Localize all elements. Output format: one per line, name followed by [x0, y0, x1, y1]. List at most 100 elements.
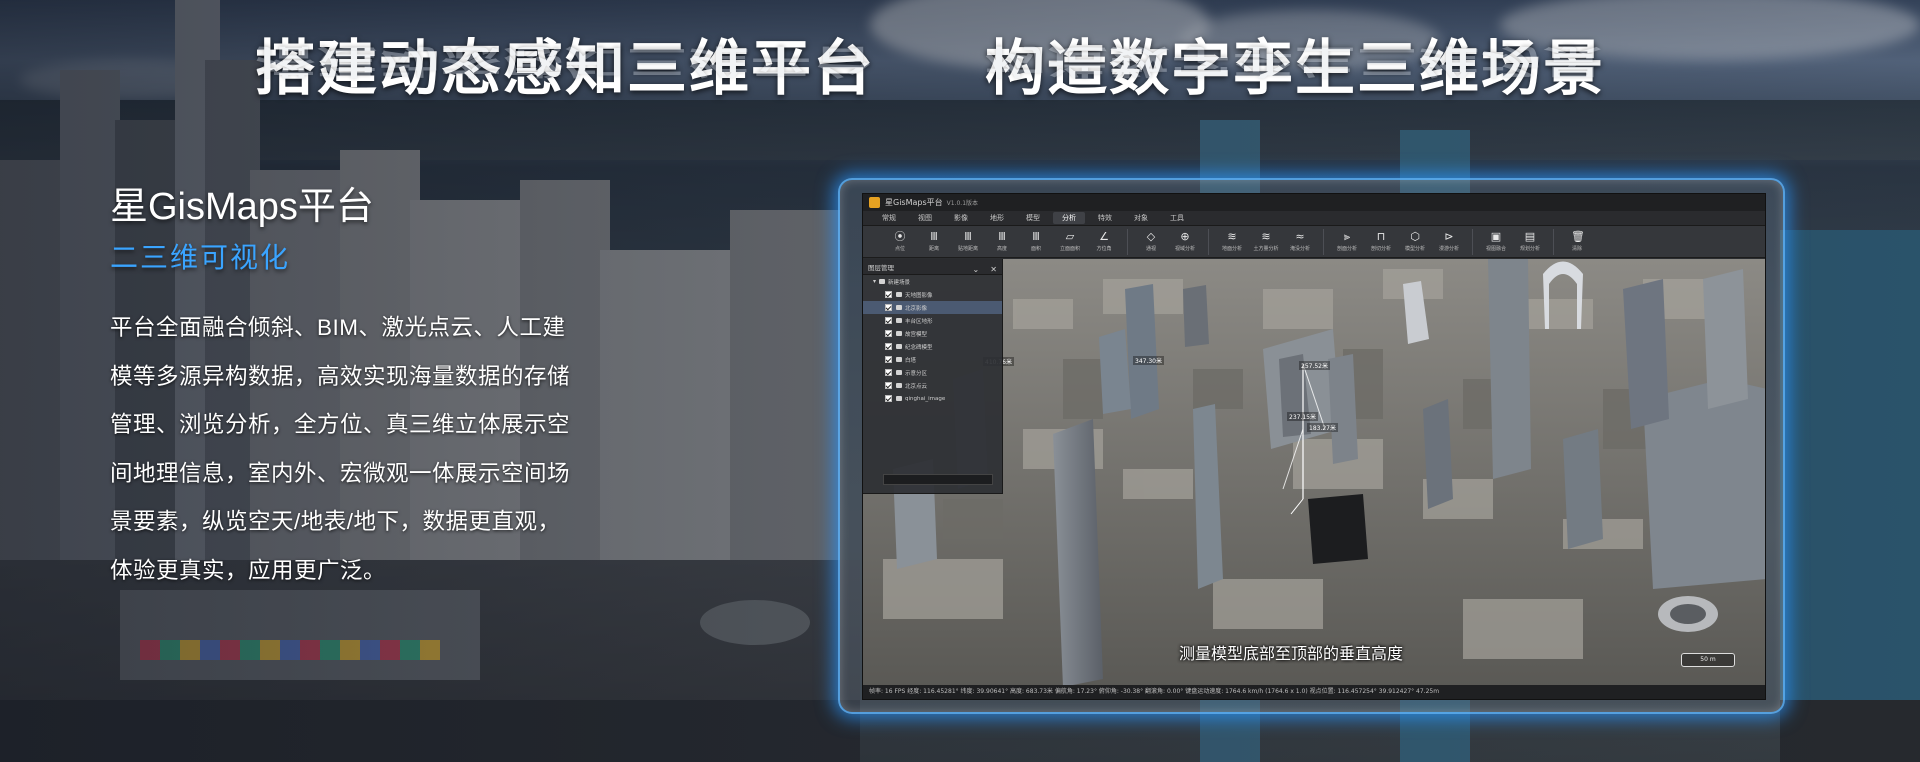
headline-reflection: 搭建动态感知三维平台 构造数字孪生三维场景 — [255, 40, 1605, 88]
intro-subtitle: 二三维可视化 — [110, 242, 291, 273]
toolbar-button[interactable]: ▣ 视图融合 — [1481, 231, 1511, 253]
layer-item[interactable]: qinghai_image — [863, 392, 1002, 405]
toolbar-button-label: 土方量分析 — [1253, 246, 1279, 252]
toolbar-button[interactable]: ▱ 立面面积 — [1055, 231, 1085, 253]
layer-label: 北京点云 — [905, 383, 928, 390]
layer-checkbox[interactable] — [885, 369, 892, 376]
toolbar-button[interactable]: 🗑 清除 — [1562, 230, 1592, 253]
intro-line: 景要素，纵览空天/地表/地下，数据更直观， — [110, 509, 561, 534]
menu-item[interactable]: 模型 — [1017, 212, 1049, 224]
layer-item[interactable]: 丰台区地形 — [863, 314, 1002, 327]
close-icon[interactable]: ✕ — [990, 265, 997, 274]
layer-checkbox[interactable] — [885, 317, 892, 324]
toolbar-button[interactable]: ⦿ 点位 — [885, 230, 915, 253]
toolbar-button[interactable]: ∠ 方位角 — [1089, 231, 1119, 253]
toolbar-button[interactable]: ≋ 土方量分析 — [1251, 230, 1281, 253]
expand-icon[interactable]: ▾ — [873, 278, 876, 285]
3d-viewport[interactable]: 410.76米 347.30米 257.52米 237.15米 183.27米 … — [863, 259, 1765, 687]
trash-icon: 🗑 — [1571, 230, 1585, 243]
layer-item[interactable]: 天地图影像 — [863, 288, 1002, 301]
layer-search-input[interactable] — [883, 474, 993, 485]
layer-item[interactable]: 白塔 — [863, 353, 1002, 366]
intro-body: 平台全面融合倾斜、BIM、激光点云、人工建 模等多源异构数据，高效实现海量数据的… — [110, 304, 680, 595]
layer-icon — [896, 344, 902, 349]
layer-item[interactable]: 北京点云 — [863, 379, 1002, 392]
toolbar-button[interactable]: ⬡ 模型分析 — [1400, 231, 1430, 253]
menu-item[interactable]: 常规 — [873, 212, 905, 224]
intro-line: 间地理信息，室内外、宏微观一体展示空间场 — [110, 460, 571, 486]
layers-icon: ≋ — [1227, 230, 1237, 243]
panel-controls: ⌄ ✕ — [973, 259, 998, 276]
cut-icon: ⊓ — [1376, 230, 1386, 243]
doc-icon: ▤ — [1524, 230, 1536, 243]
toolbar-button[interactable]: Ⅲ 高度 — [987, 230, 1017, 253]
toolbar-button[interactable]: ▤ 规划分析 — [1515, 230, 1545, 253]
layer-checkbox[interactable] — [885, 356, 892, 363]
measure-icon: Ⅲ — [964, 230, 972, 243]
folder-icon — [879, 279, 886, 284]
toolbar-button[interactable]: ⫸ 剖面分析 — [1332, 230, 1362, 253]
toolbar-button-label: 剖切分析 — [1370, 246, 1391, 252]
headline-right-reflection: 构造数字孪生三维场景 — [985, 41, 1605, 81]
pin-icon: ⦿ — [894, 230, 906, 243]
measure-label: 183.27米 — [1307, 423, 1338, 432]
layer-label: 故宫模型 — [905, 331, 928, 338]
layer-checkbox[interactable] — [885, 343, 892, 350]
layer-checkbox[interactable] — [885, 304, 892, 311]
toolbar-button[interactable]: Ⅲ 面积 — [1021, 231, 1051, 253]
toolbar-button-label: 贴地距离 — [957, 246, 978, 252]
menu-item[interactable]: 视图 — [909, 212, 941, 224]
menu-bar: 常规 视图 影像 地形 模型 分析 特效 对象 工具 — [863, 211, 1765, 226]
menu-item[interactable]: 分析 — [1053, 212, 1085, 224]
toolbar-button-label: 模型分析 — [1404, 246, 1425, 252]
toolbar-button-label: 视域分析 — [1174, 246, 1195, 252]
toolbar-button[interactable]: ⊓ 剖切分析 — [1366, 230, 1396, 253]
toolbar-button-label: 高度 — [996, 246, 1007, 252]
toolbar-button-label: 剖面分析 — [1336, 246, 1357, 252]
layer-item[interactable]: 纪念碑模型 — [863, 340, 1002, 353]
menu-item[interactable]: 影像 — [945, 212, 977, 224]
layers-icon: ≋ — [1261, 230, 1271, 243]
toolbar-button[interactable]: ⊳ 漫游分析 — [1434, 231, 1464, 253]
toolbar-button-label: 通视 — [1145, 246, 1156, 252]
menu-item[interactable]: 地形 — [981, 212, 1013, 224]
layer-icon — [896, 357, 902, 362]
menu-item[interactable]: 对象 — [1125, 212, 1157, 224]
menu-item[interactable]: 特效 — [1089, 212, 1121, 224]
layer-root[interactable]: ▾ 新建场景 — [863, 275, 1002, 288]
toolbar-button-label: 方位角 — [1096, 246, 1112, 252]
app-logo-icon — [869, 197, 880, 208]
toolbar-button[interactable]: Ⅲ 距离 — [919, 231, 949, 253]
layer-item[interactable]: 示意分区 — [863, 366, 1002, 379]
layer-panel: 图层管理 ⌄ ✕ ▾ 新建场景 天地图影像 北京影像 丰台区地形 故宫模型 纪念碑模型白… — [863, 259, 1003, 494]
toolbar-button-label: 距离 — [928, 246, 939, 252]
layer-checkbox[interactable] — [885, 395, 892, 402]
toolbar-button-label: 点位 — [894, 246, 905, 252]
section-icon: ⫸ — [1343, 230, 1351, 243]
status-bar: 帧率: 16 FPS 经度: 116.45281° 纬度: 39.90641° … — [863, 685, 1765, 699]
toolbar-button-label: 清除 — [1571, 246, 1582, 252]
chevron-down-icon[interactable]: ⌄ — [973, 265, 980, 274]
measure-icon: Ⅲ — [998, 230, 1006, 243]
layer-label: 白塔 — [905, 357, 917, 364]
toolbar-button[interactable]: ≋ 地面分析 — [1217, 230, 1247, 253]
app-titlebar: 星GisMaps平台 V1.0.1版本 — [863, 194, 1765, 211]
layer-icon — [896, 383, 902, 388]
toolbar-button[interactable]: Ⅲ 贴地距离 — [953, 230, 983, 253]
toolbar-button[interactable]: ⊕ 视域分析 — [1170, 230, 1200, 253]
layer-item[interactable]: 北京影像 — [863, 301, 1002, 314]
layer-checkbox[interactable] — [885, 291, 892, 298]
circle-icon: ⊕ — [1180, 230, 1190, 243]
layer-checkbox[interactable] — [885, 330, 892, 337]
menu-item[interactable]: 工具 — [1161, 212, 1193, 224]
layer-label: 天地图影像 — [905, 292, 933, 299]
wave-icon: ≈ — [1295, 230, 1305, 243]
intro-line: 平台全面融合倾斜、BIM、激光点云、人工建 — [110, 315, 566, 340]
layer-item[interactable]: 故宫模型 — [863, 327, 1002, 340]
intro-line: 管理、浏览分析，全方位、真三维立体展示空 — [110, 412, 571, 437]
layer-icon — [896, 318, 902, 323]
toolbar-button[interactable]: ≈ 淹没分析 — [1285, 230, 1315, 253]
layer-checkbox[interactable] — [885, 382, 892, 389]
toolbar-button[interactable]: ◇ 通视 — [1136, 230, 1166, 253]
shape-icon: ◇ — [1146, 230, 1156, 243]
